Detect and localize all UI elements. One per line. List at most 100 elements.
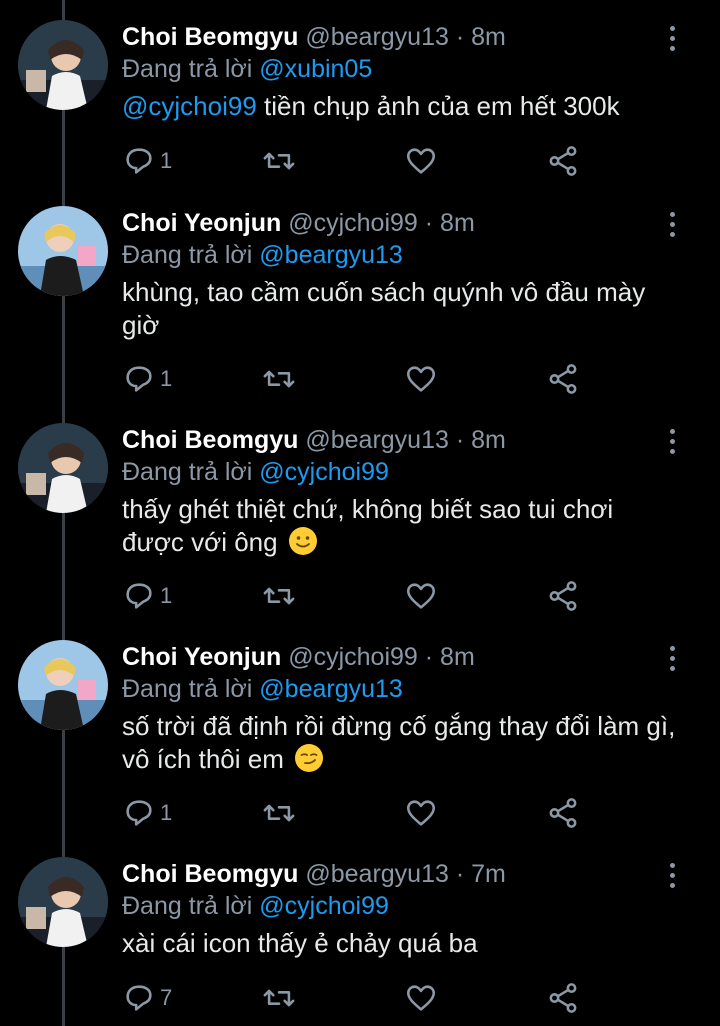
reply-context: Đang trả lời @cyjchoi99: [122, 891, 389, 921]
reply-to-mention[interactable]: @cyjchoi99: [259, 892, 389, 920]
reply-button[interactable]: 7: [122, 981, 172, 1015]
tweet-body: khùng, tao cầm cuốn sách quýnh vô đầu mà…: [122, 277, 646, 340]
reply-to-mention[interactable]: @beargyu13: [259, 675, 403, 703]
reply-prefix: Đang trả lời: [122, 55, 260, 83]
retweet-icon: [263, 587, 295, 605]
reply-to-mention[interactable]: @beargyu13: [259, 241, 403, 269]
tweet-body: xài cái icon thấy ẻ chảy quá ba: [122, 928, 478, 958]
like-button[interactable]: [404, 579, 438, 613]
share-button[interactable]: [546, 362, 580, 396]
avatar[interactable]: [18, 640, 108, 730]
reply-count: 1: [160, 583, 173, 608]
tweet-text: xài cái icon thấy ẻ chảy quá ba: [122, 927, 682, 960]
like-icon: [406, 148, 436, 174]
like-button[interactable]: [404, 796, 438, 830]
reply-prefix: Đang trả lời: [122, 241, 260, 269]
reply-prefix: Đang trả lời: [122, 892, 260, 920]
handle[interactable]: @beargyu13: [305, 23, 449, 51]
avatar[interactable]: [18, 857, 108, 947]
reply-prefix: Đang trả lời: [122, 458, 260, 486]
like-button[interactable]: [404, 362, 438, 396]
reply-count: 1: [160, 148, 173, 173]
handle[interactable]: @cyjchoi99: [288, 643, 418, 671]
reply-button[interactable]: 1: [122, 796, 172, 830]
reply-to-mention[interactable]: @xubin05: [259, 55, 372, 83]
handle[interactable]: @cyjchoi99: [288, 209, 418, 237]
separator: ·: [448, 23, 472, 51]
retweet-button[interactable]: [262, 579, 296, 613]
share-button[interactable]: [546, 796, 580, 830]
reply-icon: [126, 800, 152, 826]
tweet[interactable]: Choi Yeonjun @cyjchoi99 · 8m Đang trả lờ…: [0, 186, 720, 403]
retweet-icon: [263, 804, 295, 822]
share-button[interactable]: [546, 981, 580, 1015]
share-icon: [549, 364, 577, 394]
tweet-body: thấy ghét thiệt chứ, không biết sao tui …: [122, 494, 614, 557]
like-icon: [406, 800, 436, 826]
display-name[interactable]: Choi Beomgyu: [122, 23, 298, 51]
more-icon[interactable]: [666, 26, 680, 54]
tweet-header: Choi Beomgyu @beargyu13 · 8m: [122, 22, 660, 52]
share-button[interactable]: [546, 579, 580, 613]
timestamp[interactable]: 8m: [471, 23, 506, 51]
reply-context: Đang trả lời @xubin05: [122, 54, 372, 84]
reply-button[interactable]: 1: [122, 362, 172, 396]
tweet-header: Choi Beomgyu @beargyu13 · 7m: [122, 859, 660, 889]
like-button[interactable]: [404, 144, 438, 178]
retweet-button[interactable]: [262, 796, 296, 830]
display-name[interactable]: Choi Yeonjun: [122, 209, 281, 237]
share-icon: [549, 146, 577, 176]
retweet-button[interactable]: [262, 981, 296, 1015]
like-button[interactable]: [404, 981, 438, 1015]
timestamp[interactable]: 8m: [440, 209, 475, 237]
more-icon[interactable]: [666, 212, 680, 240]
reply-to-mention[interactable]: @cyjchoi99: [259, 458, 389, 486]
display-name[interactable]: Choi Beomgyu: [122, 860, 298, 888]
timestamp[interactable]: 7m: [471, 860, 506, 888]
like-icon: [406, 583, 436, 609]
tweet-header: Choi Yeonjun @cyjchoi99 · 8m: [122, 208, 660, 238]
tweet[interactable]: Choi Beomgyu @beargyu13 · 8m Đang trả lờ…: [0, 403, 720, 620]
avatar[interactable]: [18, 20, 108, 110]
tweet-body: số trời đã định rồi đừng cố gắng thay đổ…: [122, 711, 676, 774]
reply-icon: [126, 985, 152, 1011]
separator: ·: [448, 860, 472, 888]
tweet-text: số trời đã định rồi đừng cố gắng thay đổ…: [122, 710, 682, 776]
retweet-icon: [263, 370, 295, 388]
more-icon[interactable]: [666, 429, 680, 457]
smirking-face-icon: [295, 744, 324, 772]
tweet[interactable]: Choi Beomgyu @beargyu13 · 7m Đang trả lờ…: [0, 837, 720, 1026]
retweet-icon: [263, 152, 295, 170]
timestamp[interactable]: 8m: [440, 643, 475, 671]
timestamp[interactable]: 8m: [471, 426, 506, 454]
avatar[interactable]: [18, 423, 108, 513]
share-button[interactable]: [546, 144, 580, 178]
tweet-header: Choi Yeonjun @cyjchoi99 · 8m: [122, 642, 660, 672]
share-icon: [549, 983, 577, 1013]
display-name[interactable]: Choi Yeonjun: [122, 643, 281, 671]
share-icon: [549, 798, 577, 828]
tweet-text: @cyjchoi99 tiền chụp ảnh của em hết 300k: [122, 90, 682, 123]
reply-prefix: Đang trả lời: [122, 675, 260, 703]
reply-button[interactable]: 1: [122, 579, 172, 613]
reply-icon: [126, 366, 152, 392]
reply-icon: [126, 583, 152, 609]
display-name[interactable]: Choi Beomgyu: [122, 426, 298, 454]
retweet-icon: [263, 989, 295, 1007]
tweet[interactable]: Choi Beomgyu @beargyu13 · 8m Đang trả lờ…: [0, 0, 720, 217]
separator: ·: [417, 209, 441, 237]
reply-context: Đang trả lời @cyjchoi99: [122, 457, 389, 487]
avatar[interactable]: [18, 206, 108, 296]
retweet-button[interactable]: [262, 362, 296, 396]
handle[interactable]: @beargyu13: [305, 860, 449, 888]
reply-button[interactable]: 1: [122, 144, 172, 178]
body-mention[interactable]: @cyjchoi99: [122, 91, 257, 121]
tweet[interactable]: Choi Yeonjun @cyjchoi99 · 8m Đang trả lờ…: [0, 620, 720, 837]
retweet-button[interactable]: [262, 144, 296, 178]
more-icon[interactable]: [666, 646, 680, 674]
tweet-header: Choi Beomgyu @beargyu13 · 8m: [122, 425, 660, 455]
like-icon: [406, 985, 436, 1011]
more-icon[interactable]: [666, 863, 680, 891]
slightly-smiling-face-icon: [288, 527, 317, 555]
handle[interactable]: @beargyu13: [305, 426, 449, 454]
